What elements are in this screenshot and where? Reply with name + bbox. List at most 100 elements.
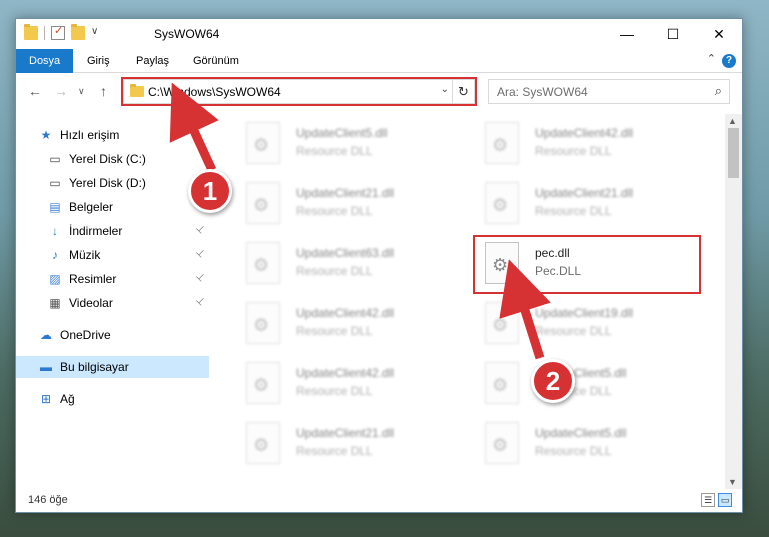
file-tile[interactable]: UpdateClient5.dll Resource DLL <box>475 417 700 467</box>
dll-file-icon <box>485 362 519 404</box>
drive-c-icon: ▭ <box>49 152 61 166</box>
window-controls: — ☐ ✕ <box>604 19 742 49</box>
scroll-down-icon[interactable]: ▼ <box>728 477 737 487</box>
file-type: Resource DLL <box>296 204 373 218</box>
sidebar-item[interactable]: ▦ Videolar ⊥ <box>16 292 209 314</box>
file-type: Resource DLL <box>535 444 612 458</box>
drive-d-icon: ▭ <box>49 176 61 190</box>
dll-file-icon <box>246 362 280 404</box>
explorer-window: ∨ SysWOW64 — ☐ ✕ Dosya Giriş Paylaş Görü… <box>15 18 743 513</box>
file-name: UpdateClient21.dll <box>535 186 634 200</box>
folder-icon <box>24 24 38 40</box>
navigation-bar: ← → ∨ ↑ C:\Windows\SysWOW64 ⌄ ↻ Ara: Sys… <box>16 74 742 110</box>
tab-file[interactable]: Dosya <box>16 49 74 73</box>
cloud-icon: ☁ <box>40 328 52 342</box>
vertical-scrollbar[interactable]: ▲ ▼ <box>725 114 742 489</box>
star-icon: ★ <box>40 128 52 142</box>
item-count: 146 öğe <box>28 494 68 506</box>
downloads-icon: ↓ <box>52 224 58 238</box>
file-tile[interactable]: UpdateClient5.dllResource DLL <box>236 117 461 167</box>
network-icon: ⊞ <box>40 392 52 406</box>
file-tile[interactable]: UpdateClient42.dll Resource DLL <box>236 297 461 347</box>
sidebar-item[interactable]: ☁ OneDrive <box>16 324 209 346</box>
search-icon[interactable]: ⌕ <box>715 83 722 99</box>
dll-file-icon <box>485 242 519 284</box>
file-type: Pec.DLL <box>535 264 582 278</box>
dll-file-icon <box>485 302 519 344</box>
tab-view[interactable]: Görünüm <box>180 49 252 73</box>
file-name: UpdateClient19.dll <box>535 306 634 320</box>
dll-file-icon <box>485 182 519 224</box>
properties-icon[interactable] <box>51 24 65 40</box>
file-name: UpdateClient42.dll <box>296 366 395 380</box>
file-tile[interactable]: UpdateClient19.dll Resource DLL <box>475 297 700 347</box>
pin-icon[interactable]: ⊥ <box>194 223 208 237</box>
file-type: Resource DLL <box>535 144 612 158</box>
tab-home[interactable]: Giriş <box>74 49 123 73</box>
customize-toolbar-icon[interactable]: ∨ <box>91 26 105 40</box>
scrollbar-thumb[interactable] <box>728 128 739 178</box>
sidebar-item-label: Müzik <box>69 248 101 262</box>
file-tile-target[interactable]: pec.dll Pec.DLL <box>475 237 700 287</box>
collapse-ribbon-icon[interactable]: ⌃ <box>707 52 716 65</box>
search-placeholder: Ara: SysWOW64 <box>497 85 588 99</box>
forward-button[interactable]: → <box>54 83 68 99</box>
dll-file-icon <box>246 182 280 224</box>
documents-icon: ▤ <box>49 200 61 214</box>
file-name: UpdateClient21.dll <box>296 186 395 200</box>
file-name: pec.dll <box>535 246 570 260</box>
file-tile[interactable]: UpdateClient42.dll Resource DLL <box>475 117 700 167</box>
file-type: Resource DLL <box>535 204 612 218</box>
file-tile[interactable]: UpdateClient5.dllResource DLL <box>475 357 700 407</box>
tiles-view-icon[interactable]: ▭ <box>718 493 732 507</box>
pin-icon[interactable]: ⊥ <box>194 295 208 309</box>
file-name: UpdateClient5.dll <box>535 426 627 440</box>
file-tile[interactable]: UpdateClient63.dll Resource DLL <box>236 237 461 287</box>
minimize-button[interactable]: — <box>604 19 650 49</box>
details-view-icon[interactable]: ☰ <box>701 493 715 507</box>
tab-share[interactable]: Paylaş <box>123 49 182 73</box>
address-highlight-box <box>121 77 477 106</box>
quick-access-toolbar: ∨ <box>24 24 105 40</box>
dll-file-icon <box>246 242 280 284</box>
new-folder-icon[interactable] <box>71 24 85 40</box>
back-button[interactable]: ← <box>28 83 42 99</box>
maximize-button[interactable]: ☐ <box>650 19 696 49</box>
file-name: UpdateClient63.dll <box>296 246 395 260</box>
file-tile[interactable]: UpdateClient21.dll Resource DLL <box>236 177 461 227</box>
close-button[interactable]: ✕ <box>696 19 742 49</box>
videos-icon: ▦ <box>49 296 61 310</box>
sidebar-item[interactable]: ▨ Resimler ⊥ <box>16 268 209 290</box>
pin-icon[interactable]: ⊥ <box>194 271 208 285</box>
file-type: Resource DLL <box>296 324 373 338</box>
sidebar-item[interactable]: ↓ İndirmeler ⊥ <box>16 220 209 242</box>
file-tile[interactable]: UpdateClient42.dll Resource DLL <box>236 357 461 407</box>
file-tile[interactable]: UpdateClient21.dll Resource DLL <box>475 177 700 227</box>
navigation-pane: ★ Hızlı erişim ▭ Yerel Disk (C:) ▭ Yerel Disk… <box>16 114 209 484</box>
step-2-badge: 2 <box>531 359 575 403</box>
scroll-up-icon[interactable]: ▲ <box>728 116 737 126</box>
pin-icon[interactable]: ⊥ <box>194 247 208 261</box>
sidebar-item[interactable]: ▭ Yerel Disk (D:) <box>16 172 209 194</box>
ribbon-tabs: Dosya Giriş Paylaş Görünüm ⌃ ? <box>16 49 742 73</box>
sidebar-item-label: Belgeler <box>69 200 114 214</box>
sidebar-item-label: İndirmeler <box>69 224 123 238</box>
pictures-icon: ▨ <box>49 272 61 286</box>
sidebar-item-label: Yerel Disk (D:) <box>69 176 146 190</box>
search-input[interactable]: Ara: SysWOW64 ⌕ <box>488 79 730 104</box>
file-type: Resource DLL <box>296 264 373 278</box>
recent-locations-button[interactable]: ∨ <box>78 86 85 97</box>
file-tile[interactable]: UpdateClient21.dll Resource DLL <box>236 417 461 467</box>
dll-file-icon <box>246 122 280 164</box>
sidebar-item-label: Bu bilgisayar <box>60 360 129 374</box>
sidebar-item[interactable]: ▭ Yerel Disk (C:) <box>16 148 209 170</box>
window-title: SysWOW64 <box>154 27 220 41</box>
sidebar-item[interactable]: ▬ Bu bilgisayar <box>16 356 209 378</box>
help-icon[interactable]: ? <box>722 54 736 68</box>
sidebar-item[interactable]: ⊞ Ağ <box>16 388 209 410</box>
computer-icon: ▬ <box>40 360 52 374</box>
sidebar-item[interactable]: ▤Belgeler⊥ <box>16 196 209 218</box>
sidebar-item[interactable]: ★ Hızlı erişim <box>16 124 209 146</box>
sidebar-item[interactable]: ♪ Müzik ⊥ <box>16 244 209 266</box>
up-button[interactable]: ↑ <box>100 83 107 99</box>
